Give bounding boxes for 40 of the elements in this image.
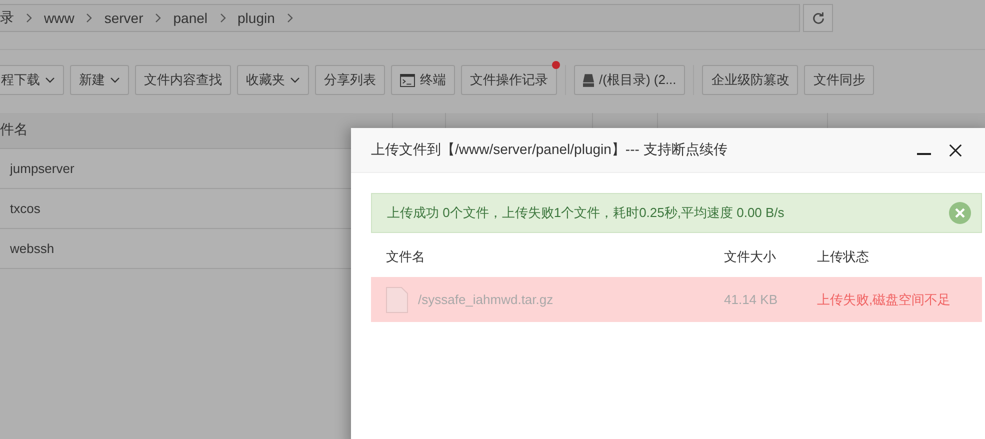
chevron-icon [155,13,162,23]
breadcrumb-item[interactable]: server [104,10,144,26]
file-icon [386,286,408,312]
toolbar-button[interactable]: 终端 [391,65,455,95]
file-size: 41.14 KB [724,292,778,307]
alert-message: 上传成功 0个文件，上传失败1个文件，耗时0.25秒,平均速度 0.00 B/s [387,204,784,222]
close-icon[interactable] [948,142,963,158]
breadcrumb-item[interactable]: 录 [0,9,14,27]
chevron-icon [26,13,32,23]
dialog-title: 上传文件到【/www/server/panel/plugin】--- 支持断点续传 [371,141,728,159]
folder-name[interactable]: jumpserver [10,161,74,176]
column-header[interactable]: 件名 [0,121,28,139]
breadcrumb-item[interactable]: panel [173,10,208,26]
column-header: 文件大小 [724,248,777,266]
toolbar-button[interactable]: 程下载 [0,65,64,95]
column-header: 上传状态 [817,248,870,266]
upload-status: 上传失败,磁盘空间不足 [817,290,952,308]
toolbar-button[interactable]: 分享列表 [315,65,385,95]
file-name: /syssafe_iahmwd.tar.gz [418,292,554,307]
terminal-icon [400,74,415,86]
refresh-button[interactable] [803,4,833,32]
chevron-icon [220,13,226,23]
refresh-icon [810,10,826,26]
toolbar-button[interactable]: 文件同步 [804,65,874,95]
chevron-icon [286,13,293,23]
toolbar-button[interactable]: /(根目录) (2... [574,65,686,95]
toolbar-button[interactable]: 新建 [70,65,129,95]
disk-icon [583,74,594,86]
breadcrumb-item[interactable]: www [44,10,74,26]
caret-icon [110,77,120,83]
toolbar-button[interactable]: 收藏夹 [237,65,309,95]
chevron-icon [86,13,92,23]
toolbar-button[interactable]: 企业级防篡改 [702,65,798,95]
folder-name[interactable]: webssh [10,241,54,256]
breadcrumb-item[interactable]: plugin [238,10,275,26]
folder-name[interactable]: txcos [10,201,40,216]
caret-icon [290,77,300,83]
column-header: 文件名 [385,248,426,266]
toolbar-button[interactable]: 文件内容查找 [135,65,231,95]
caret-icon [45,77,55,83]
